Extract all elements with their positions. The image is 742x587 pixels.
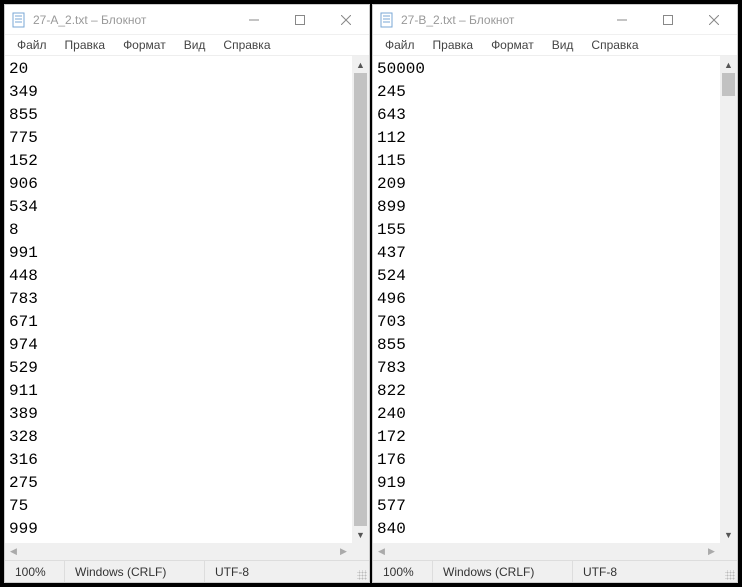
scroll-corner	[352, 543, 369, 560]
content-area: 50000 245 643 112 115 209 899 155 437 52…	[373, 55, 737, 560]
minimize-button[interactable]	[231, 5, 277, 34]
notepad-window-b: 27-B_2.txt – Блокнот Файл Правка Формат …	[372, 4, 738, 583]
status-bar: 100% Windows (CRLF) UTF-8	[373, 560, 737, 582]
menu-bar: Файл Правка Формат Вид Справка	[5, 35, 369, 55]
menu-file[interactable]: Файл	[9, 36, 55, 54]
close-button[interactable]	[691, 5, 737, 34]
horizontal-scrollbar[interactable]: ◀ ▶	[5, 543, 352, 560]
menu-bar: Файл Правка Формат Вид Справка	[373, 35, 737, 55]
resize-grip-icon[interactable]	[352, 561, 369, 582]
horizontal-scrollbar[interactable]: ◀ ▶	[373, 543, 720, 560]
status-eol: Windows (CRLF)	[433, 561, 573, 582]
resize-grip-icon[interactable]	[720, 561, 737, 582]
menu-format[interactable]: Формат	[115, 36, 174, 54]
menu-view[interactable]: Вид	[544, 36, 582, 54]
maximize-button[interactable]	[277, 5, 323, 34]
status-zoom: 100%	[5, 561, 65, 582]
window-controls	[231, 5, 369, 34]
menu-view[interactable]: Вид	[176, 36, 214, 54]
status-eol: Windows (CRLF)	[65, 561, 205, 582]
menu-help[interactable]: Справка	[583, 36, 646, 54]
scroll-right-icon[interactable]: ▶	[703, 543, 720, 560]
vertical-scrollbar[interactable]: ▲ ▼	[352, 56, 369, 543]
content-area: 20 349 855 775 152 906 534 8 991 448 783…	[5, 55, 369, 560]
menu-edit[interactable]: Правка	[57, 36, 114, 54]
scroll-thumb[interactable]	[354, 73, 367, 526]
maximize-button[interactable]	[645, 5, 691, 34]
status-encoding: UTF-8	[573, 561, 720, 582]
scroll-track-h[interactable]	[22, 543, 335, 560]
window-title: 27-A_2.txt – Блокнот	[33, 13, 231, 27]
scroll-left-icon[interactable]: ◀	[373, 543, 390, 560]
scroll-down-icon[interactable]: ▼	[720, 526, 737, 543]
status-zoom: 100%	[373, 561, 433, 582]
notepad-window-a: 27-A_2.txt – Блокнот Файл Правка Формат …	[4, 4, 370, 583]
notepad-icon	[11, 12, 27, 28]
status-bar: 100% Windows (CRLF) UTF-8	[5, 560, 369, 582]
scroll-thumb[interactable]	[722, 73, 735, 96]
minimize-button[interactable]	[599, 5, 645, 34]
scroll-right-icon[interactable]: ▶	[335, 543, 352, 560]
status-encoding: UTF-8	[205, 561, 352, 582]
scroll-track[interactable]	[720, 73, 737, 526]
window-title: 27-B_2.txt – Блокнот	[401, 13, 599, 27]
scroll-down-icon[interactable]: ▼	[352, 526, 369, 543]
scroll-up-icon[interactable]: ▲	[352, 56, 369, 73]
scroll-corner	[720, 543, 737, 560]
title-bar[interactable]: 27-A_2.txt – Блокнот	[5, 5, 369, 35]
scroll-up-icon[interactable]: ▲	[720, 56, 737, 73]
notepad-icon	[379, 12, 395, 28]
title-bar[interactable]: 27-B_2.txt – Блокнот	[373, 5, 737, 35]
vertical-scrollbar[interactable]: ▲ ▼	[720, 56, 737, 543]
text-editor[interactable]: 50000 245 643 112 115 209 899 155 437 52…	[373, 56, 720, 543]
scroll-track[interactable]	[352, 73, 369, 526]
text-editor[interactable]: 20 349 855 775 152 906 534 8 991 448 783…	[5, 56, 352, 543]
scroll-track-h[interactable]	[390, 543, 703, 560]
close-button[interactable]	[323, 5, 369, 34]
window-controls	[599, 5, 737, 34]
menu-edit[interactable]: Правка	[425, 36, 482, 54]
scroll-left-icon[interactable]: ◀	[5, 543, 22, 560]
menu-help[interactable]: Справка	[215, 36, 278, 54]
menu-format[interactable]: Формат	[483, 36, 542, 54]
menu-file[interactable]: Файл	[377, 36, 423, 54]
